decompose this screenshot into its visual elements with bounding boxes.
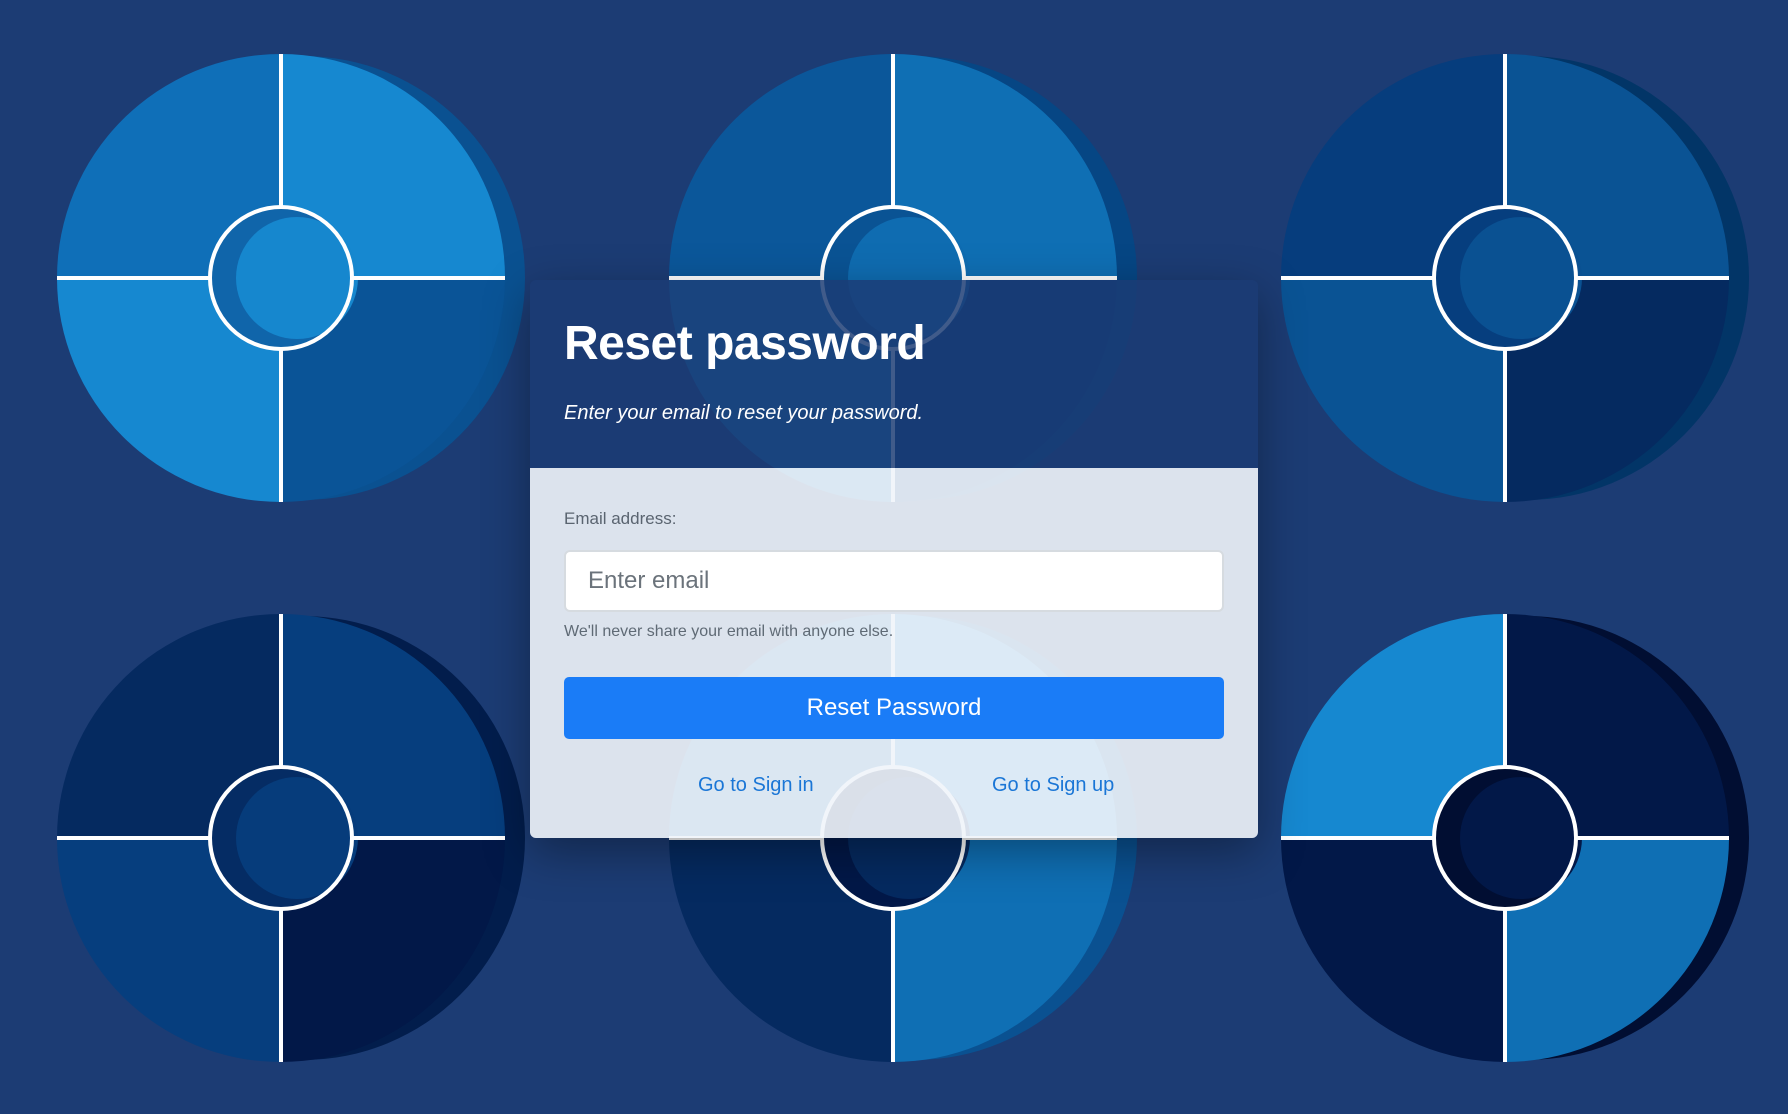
email-field[interactable] xyxy=(564,550,1224,612)
page-subtitle: Enter your email to reset your password. xyxy=(564,402,924,425)
reset-password-form: Email address: We'll never share your em… xyxy=(530,468,1258,838)
email-help-text: We'll never share your email with anyone… xyxy=(564,623,894,640)
auth-links: Go to Sign in Go to Sign up xyxy=(564,739,1224,795)
sign-in-link[interactable]: Go to Sign in xyxy=(698,775,814,795)
decorative-disc-3 xyxy=(1281,54,1749,502)
reset-password-card: Reset password Enter your email to reset… xyxy=(530,280,1258,838)
email-label: Email address: xyxy=(564,509,677,528)
decorative-disc-4 xyxy=(57,614,525,1062)
page-title: Reset password xyxy=(564,317,926,370)
decorative-disc-6 xyxy=(1281,614,1749,1062)
sign-up-link[interactable]: Go to Sign up xyxy=(992,775,1114,795)
reset-password-button[interactable]: Reset Password xyxy=(564,677,1224,740)
decorative-disc-1 xyxy=(57,54,525,502)
card-header: Reset password Enter your email to reset… xyxy=(530,280,1258,468)
